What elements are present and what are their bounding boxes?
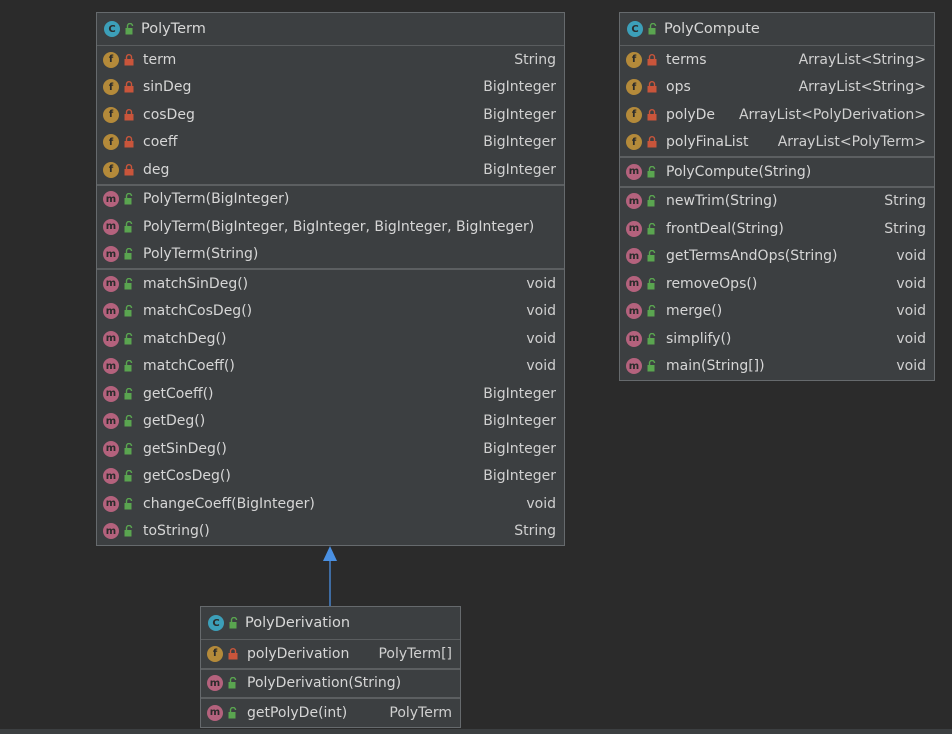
inheritance-arrow — [323, 546, 337, 606]
status-strip — [0, 729, 952, 734]
inheritance-arrowhead — [323, 546, 337, 561]
